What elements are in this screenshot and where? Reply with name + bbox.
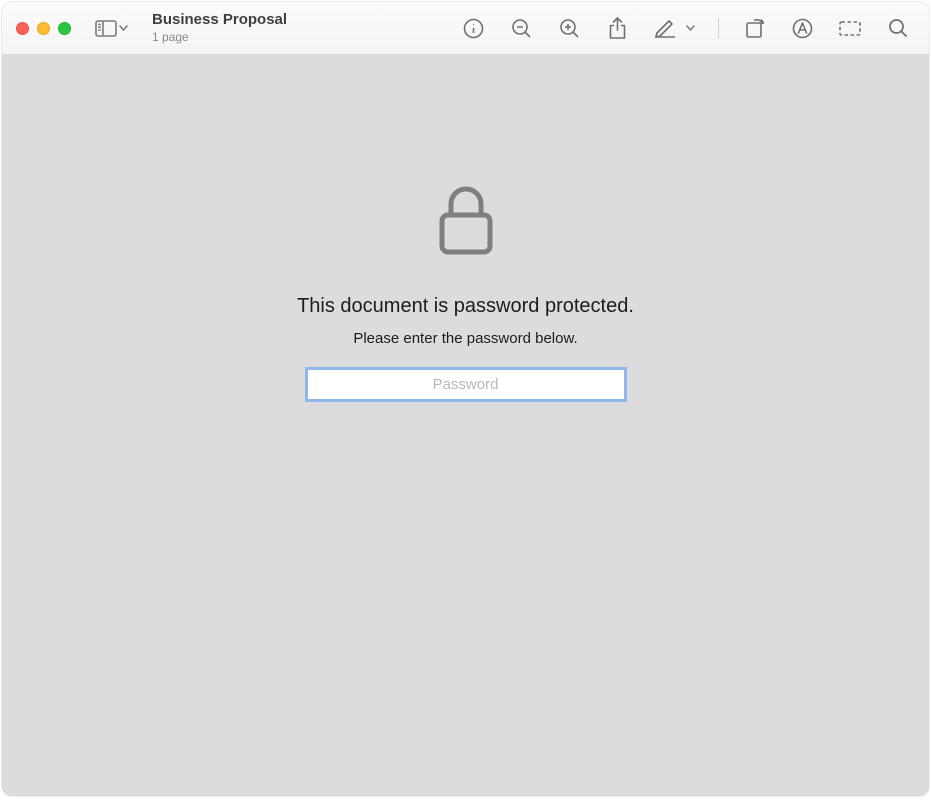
zoom-out-icon: [511, 18, 532, 39]
app-window: Business Proposal 1 page: [2, 2, 929, 796]
fullscreen-window-button[interactable]: [58, 22, 71, 35]
close-window-button[interactable]: [16, 22, 29, 35]
toolbar-separator: [718, 18, 719, 38]
document-title: Business Proposal: [152, 12, 452, 29]
toolbar: [460, 15, 915, 41]
title-block: Business Proposal 1 page: [152, 12, 452, 44]
sidebar-icon: [95, 20, 117, 37]
highlight-icon: [654, 18, 676, 38]
search-icon: [888, 18, 908, 38]
titlebar: Business Proposal 1 page: [2, 2, 929, 55]
search-button[interactable]: [885, 15, 911, 41]
info-icon: [463, 18, 484, 39]
rotate-button[interactable]: [741, 15, 767, 41]
password-input[interactable]: [307, 369, 625, 400]
minimize-window-button[interactable]: [37, 22, 50, 35]
share-icon: [608, 17, 627, 40]
crop-icon: [838, 20, 862, 37]
markup-button[interactable]: [789, 15, 815, 41]
document-subtitle: 1 page: [152, 30, 452, 44]
crop-button[interactable]: [837, 15, 863, 41]
window-controls: [16, 22, 71, 35]
protected-subheading: Please enter the password below.: [353, 330, 577, 347]
zoom-in-button[interactable]: [556, 15, 582, 41]
highlight-dropdown-button[interactable]: [686, 25, 696, 31]
content-area: This document is password protected. Ple…: [2, 55, 929, 796]
info-button[interactable]: [460, 15, 486, 41]
zoom-in-icon: [559, 18, 580, 39]
zoom-out-button[interactable]: [508, 15, 534, 41]
markup-icon: [792, 18, 813, 39]
share-button[interactable]: [604, 15, 630, 41]
highlight-button[interactable]: [652, 15, 678, 41]
chevron-down-icon: [119, 25, 128, 31]
lock-icon: [439, 185, 493, 255]
chevron-down-icon: [686, 25, 696, 31]
sidebar-toggle-button[interactable]: [93, 16, 130, 41]
rotate-icon: [744, 18, 765, 39]
protected-heading: This document is password protected.: [297, 295, 634, 318]
